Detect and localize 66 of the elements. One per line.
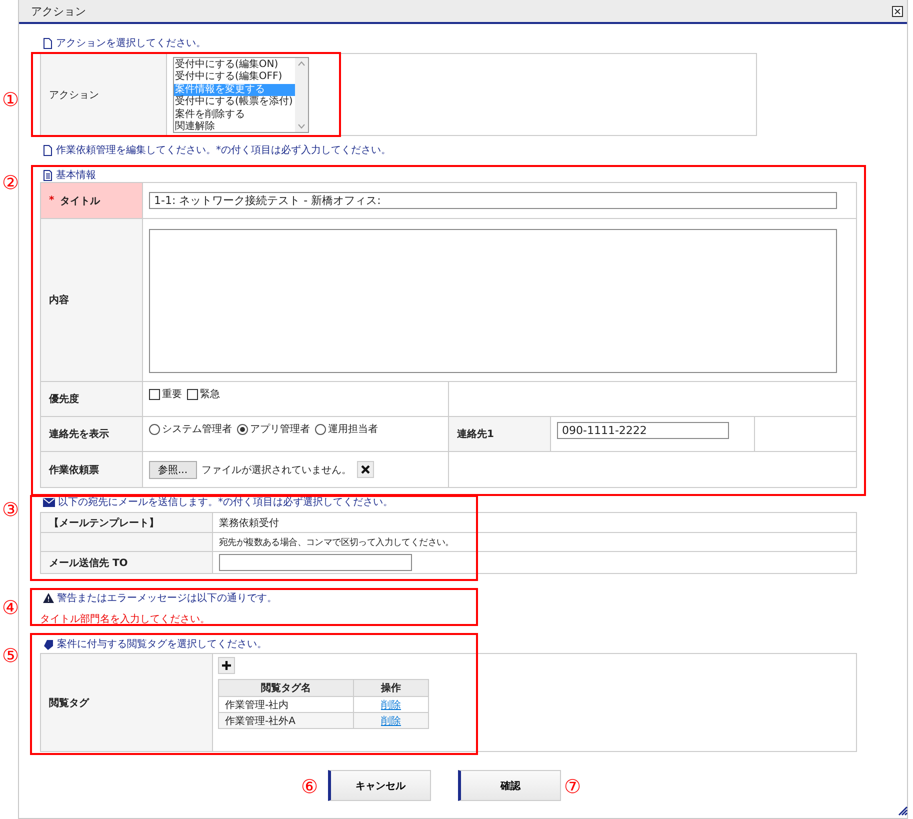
- annotation-number: ④: [2, 598, 20, 618]
- annotation-number: ①: [2, 90, 20, 110]
- hint-text: 宛先が複数ある場合、コンマで区切って入力してください。: [219, 536, 454, 548]
- error-message: タイトル部門名を入力してください。: [40, 614, 210, 625]
- field-label: * タイトル: [41, 183, 143, 218]
- checkbox[interactable]: [149, 388, 160, 400]
- document-icon: [43, 170, 53, 180]
- field-label: 作業依頼票: [41, 452, 143, 487]
- list-option[interactable]: 受付中にする(帳票を添付): [174, 96, 295, 109]
- radio-label: アプリ管理者: [250, 422, 310, 436]
- list-option[interactable]: 案件を削除する: [174, 108, 295, 121]
- radio-label: システム管理者: [162, 422, 232, 436]
- browse-button[interactable]: 参照...: [149, 460, 197, 478]
- checkbox-label: 緊急: [200, 388, 220, 401]
- action-listbox[interactable]: 受付中にする(編集ON) 受付中にする(編集OFF) 案件情報を変更する 受付中にする(帳票を添付) 案件を削除する 関連解除: [173, 57, 309, 133]
- list-option[interactable]: 関連解除: [174, 120, 295, 134]
- close-icon[interactable]: [892, 6, 903, 16]
- template-value: 業務依頼受付: [219, 516, 279, 530]
- clear-button[interactable]: [356, 461, 374, 478]
- field-label: アクション: [41, 54, 167, 135]
- annotation-number: ②: [2, 173, 20, 193]
- message-heading: 警告またはエラーメッセージは以下の通りです。: [57, 592, 277, 605]
- field-label: 優先度: [41, 382, 143, 416]
- section-heading: 基本情報: [56, 168, 96, 182]
- resize-grip-icon[interactable]: [898, 806, 908, 816]
- radio-button[interactable]: [237, 424, 248, 434]
- envelope-icon: [43, 498, 55, 506]
- email-input[interactable]: [219, 554, 412, 571]
- radio-label: 運用担当者: [328, 422, 378, 436]
- cancel-button[interactable]: キャンセル: [328, 770, 431, 801]
- plus-icon[interactable]: [222, 661, 231, 670]
- column-header: 操作: [380, 682, 402, 696]
- confirm-button[interactable]: 確認: [458, 770, 561, 801]
- instruction-text: 作業依頼管理を編集してください。*の付く項目は必ず入力してください。: [56, 144, 391, 157]
- document-edit-icon: [43, 144, 53, 156]
- checkbox[interactable]: [187, 388, 198, 400]
- document-icon: [43, 38, 53, 48]
- field-label: メール送信先 TO: [41, 552, 213, 573]
- add-button[interactable]: [218, 657, 235, 674]
- delete-link[interactable]: 削除: [381, 698, 401, 712]
- field-label: 連絡先1: [449, 417, 551, 451]
- instruction-text: アクションを選択してください。: [56, 37, 206, 50]
- table-cell: 作業管理-社外A: [219, 713, 354, 728]
- phone-input[interactable]: 090-1111-2222: [557, 422, 729, 439]
- field-label: 【メールテンプレート】: [41, 513, 213, 532]
- field-label: 閲覧タグ: [41, 654, 213, 751]
- radio-button[interactable]: [149, 424, 160, 434]
- delete-link[interactable]: 削除: [381, 714, 401, 728]
- instruction-text: 以下の宛先にメールを送信します。*の付く項目は必ず選択してください。: [58, 496, 393, 509]
- list-option[interactable]: 受付中にする(編集ON): [174, 59, 295, 72]
- instruction-text: 案件に付与する閲覧タグを選択してください。: [57, 638, 267, 651]
- close-icon[interactable]: [360, 465, 370, 474]
- warning-icon: [43, 593, 54, 603]
- annotation-number: ③: [2, 500, 20, 520]
- checkbox-label: 重要: [162, 388, 182, 401]
- annotation-number: ⑥: [301, 777, 318, 797]
- annotation-number: ⑦: [564, 777, 582, 797]
- field-label: 連絡先を表示: [41, 417, 143, 451]
- field-label: 内容: [41, 219, 143, 381]
- file-status: ファイルが選択されていません。: [202, 464, 352, 476]
- window-title: アクション: [31, 4, 86, 18]
- list-option[interactable]: 受付中にする(編集OFF): [174, 71, 295, 84]
- title-input[interactable]: 1-1: ネットワーク接続テスト - 新橋オフィス:: [149, 192, 837, 209]
- radio-button[interactable]: [315, 424, 326, 434]
- tag-icon: [43, 638, 54, 650]
- annotation-number: ⑤: [2, 646, 20, 666]
